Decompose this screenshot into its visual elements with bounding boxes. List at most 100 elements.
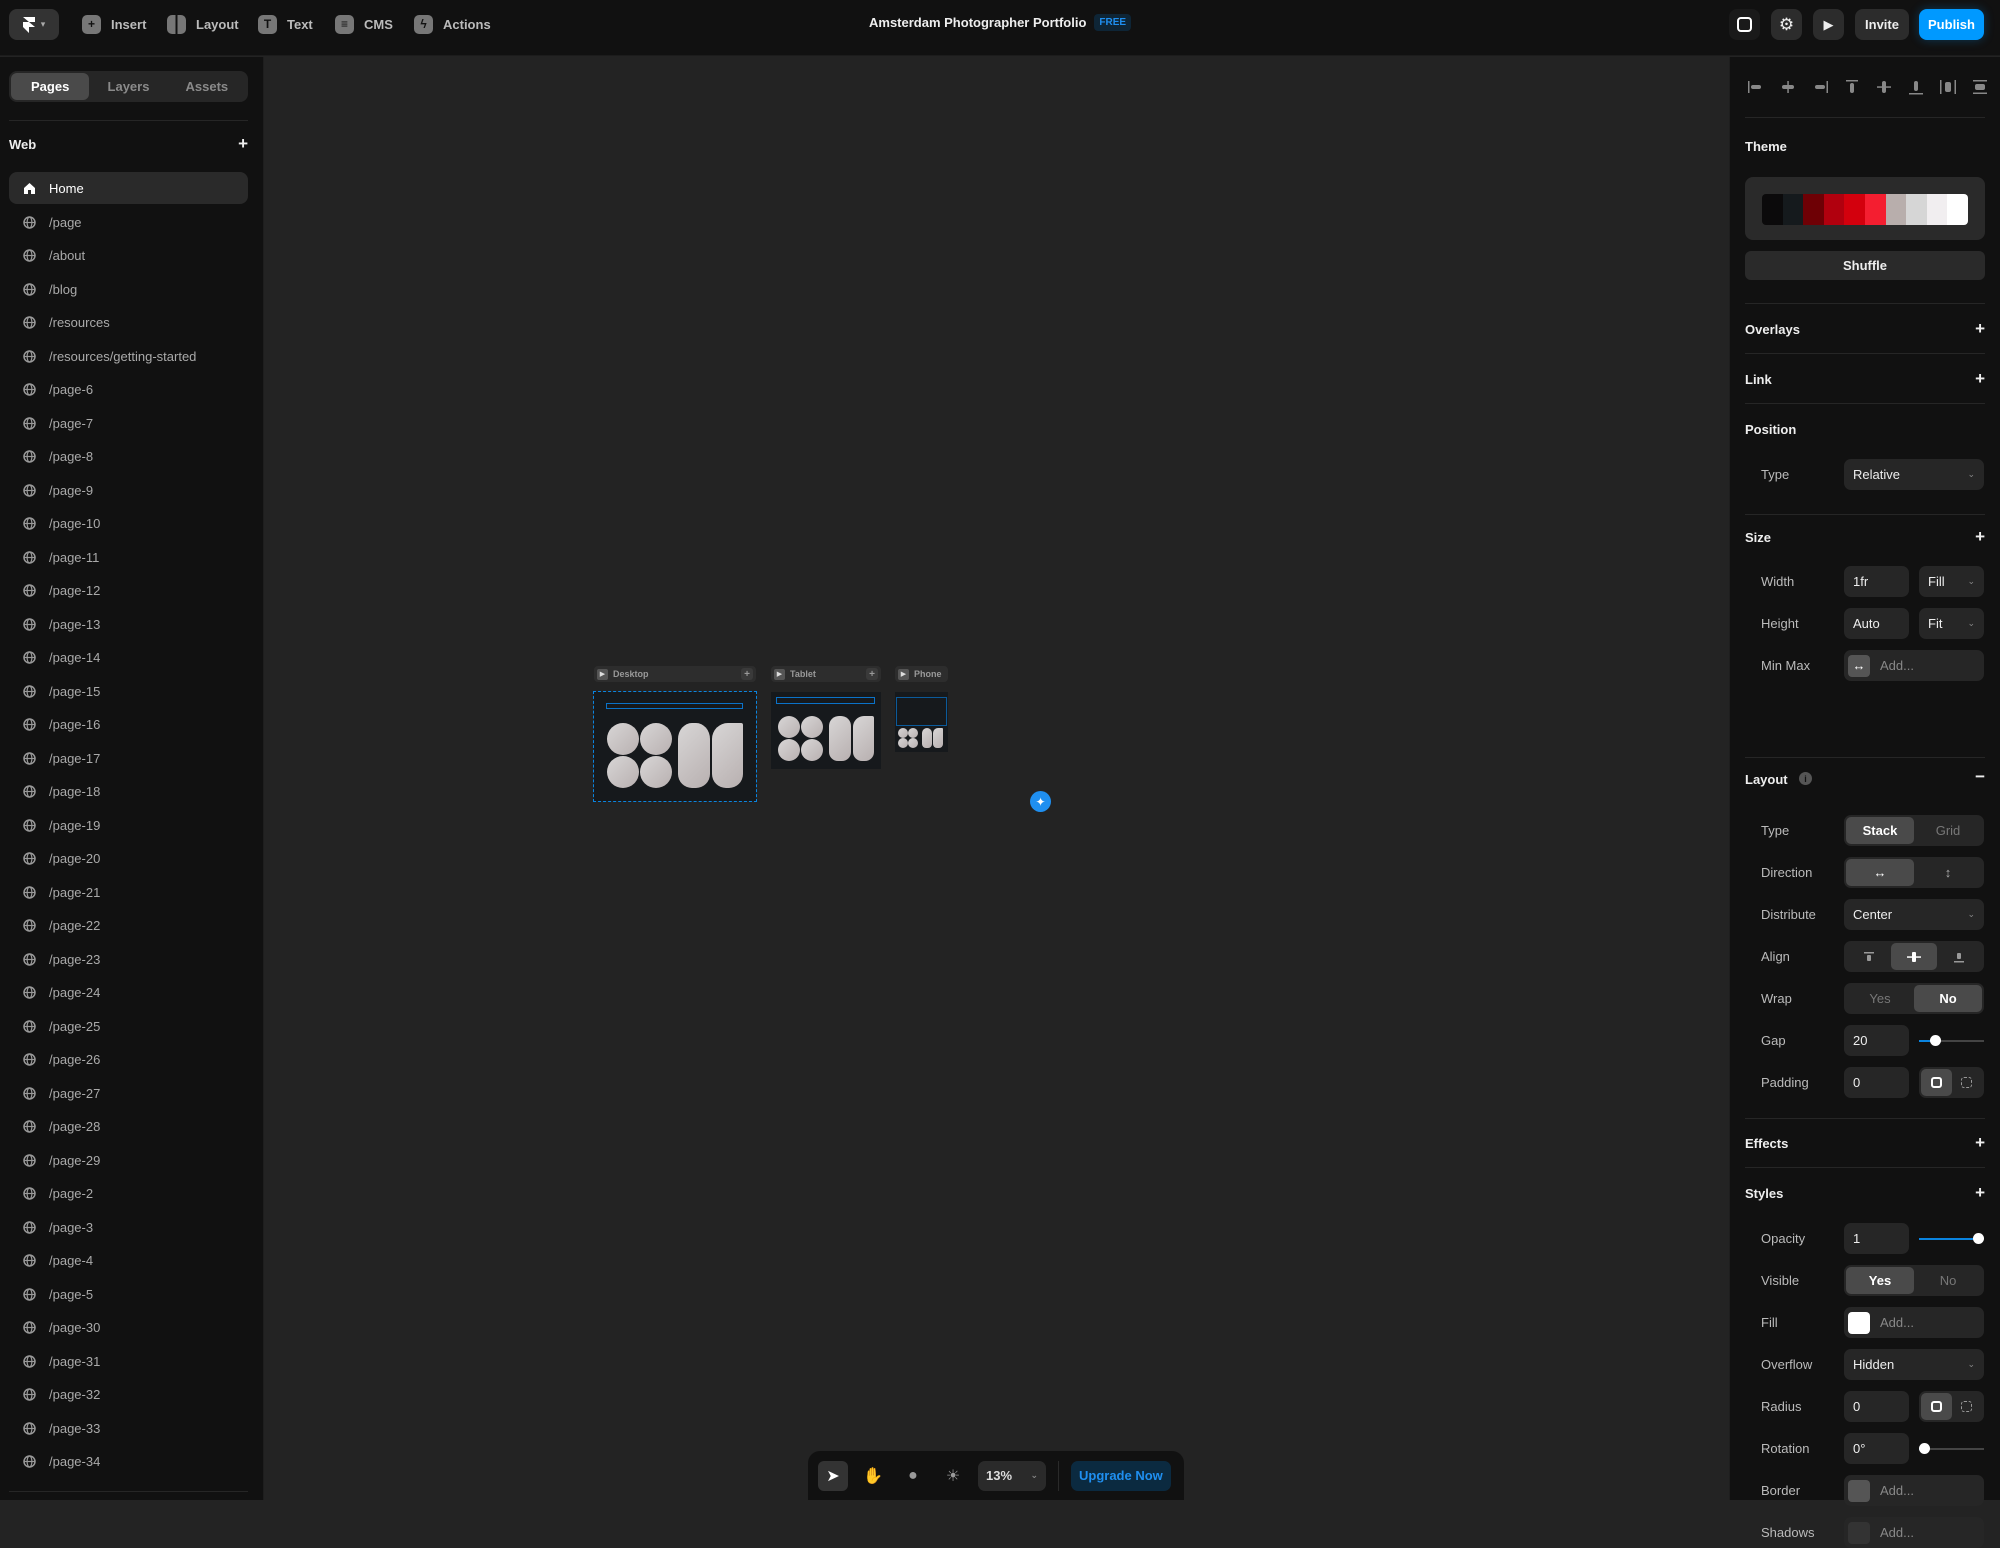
page-item[interactable]: /page-6 xyxy=(9,373,248,407)
page-item[interactable]: /page-14 xyxy=(9,641,248,675)
info-icon[interactable]: i xyxy=(1799,772,1812,785)
align-center[interactable] xyxy=(1891,943,1937,970)
page-item[interactable]: /about xyxy=(9,239,248,273)
shuffle-button[interactable]: Shuffle xyxy=(1745,251,1985,280)
settings-button[interactable]: ⚙ xyxy=(1771,9,1802,40)
distribute-select[interactable]: Center ⌄ xyxy=(1844,899,1984,930)
preview-frame-button[interactable] xyxy=(1729,9,1760,40)
page-item[interactable]: /page-34 xyxy=(9,1445,248,1479)
add-link-button[interactable]: + xyxy=(1975,370,1985,387)
slider-knob[interactable] xyxy=(1929,1035,1941,1046)
align-bottom-icon[interactable] xyxy=(1908,79,1924,95)
ai-assist-button[interactable]: ✦ xyxy=(1030,791,1051,812)
layout-type-grid[interactable]: Grid xyxy=(1914,817,1982,844)
page-item[interactable]: /page-15 xyxy=(9,675,248,709)
page-item[interactable]: /page-9 xyxy=(9,474,248,508)
project-title-area[interactable]: Amsterdam Photographer Portfolio FREE xyxy=(869,14,1132,31)
page-item[interactable]: /page-27 xyxy=(9,1077,248,1111)
page-item[interactable]: /page-20 xyxy=(9,842,248,876)
breakpoint-label-desktop[interactable]: ▶ Desktop + xyxy=(594,666,756,682)
padding-uniform[interactable] xyxy=(1921,1069,1952,1096)
tab-assets[interactable]: Assets xyxy=(168,73,246,100)
hand-tool-button[interactable]: ✋ xyxy=(858,1461,888,1491)
page-item[interactable]: /page-33 xyxy=(9,1412,248,1446)
page-item[interactable]: /page-29 xyxy=(9,1144,248,1178)
page-item[interactable]: /page-12 xyxy=(9,574,248,608)
page-item[interactable]: /resources xyxy=(9,306,248,340)
publish-button[interactable]: Publish xyxy=(1919,9,1984,40)
page-item[interactable]: /page-22 xyxy=(9,909,248,943)
upgrade-now-button[interactable]: Upgrade Now xyxy=(1071,1460,1171,1491)
desktop-frame[interactable] xyxy=(593,691,757,802)
add-size-button[interactable]: + xyxy=(1975,528,1985,545)
page-item[interactable]: /page-31 xyxy=(9,1345,248,1379)
comment-tool-button[interactable]: ● xyxy=(898,1461,928,1491)
tab-layers[interactable]: Layers xyxy=(89,73,167,100)
page-item[interactable]: /page-25 xyxy=(9,1010,248,1044)
insert-menu[interactable]: + Insert xyxy=(82,14,146,34)
page-item[interactable]: /page-26 xyxy=(9,1043,248,1077)
theme-toggle-button[interactable]: ☀ xyxy=(938,1461,968,1491)
radius-individual[interactable] xyxy=(1952,1393,1983,1420)
canvas[interactable]: ▶ Desktop + ▶ Tablet + ✦ ▶ Phone xyxy=(265,57,1729,1500)
page-item[interactable]: /page-17 xyxy=(9,742,248,776)
add-effect-button[interactable]: + xyxy=(1975,1134,1985,1151)
distribute-horizontal-icon[interactable] xyxy=(1940,79,1956,95)
page-item[interactable]: /resources/getting-started xyxy=(9,340,248,374)
width-mode-select[interactable]: Fill ⌄ xyxy=(1919,566,1984,597)
direction-horizontal[interactable]: ↔ xyxy=(1846,859,1914,886)
page-item[interactable]: /page-32 xyxy=(9,1378,248,1412)
shadow-color-swatch[interactable] xyxy=(1848,1521,1870,1544)
page-item[interactable]: /page-2 xyxy=(9,1177,248,1211)
rotation-slider[interactable] xyxy=(1919,1433,1984,1464)
wrap-no[interactable]: No xyxy=(1914,985,1982,1012)
height-mode-select[interactable]: Fit ⌄ xyxy=(1919,608,1984,639)
cms-menu[interactable]: ≡ CMS xyxy=(335,14,393,34)
framer-menu-button[interactable]: ▾ xyxy=(9,9,59,40)
wrap-yes[interactable]: Yes xyxy=(1846,985,1914,1012)
page-item[interactable]: /page-4 xyxy=(9,1244,248,1278)
breakpoint-label-tablet[interactable]: ▶ Tablet + xyxy=(771,666,881,682)
page-item[interactable]: /page-10 xyxy=(9,507,248,541)
page-item[interactable]: /page-28 xyxy=(9,1110,248,1144)
slider-knob[interactable] xyxy=(1919,1443,1930,1454)
slider-knob[interactable] xyxy=(1973,1233,1984,1244)
gap-slider[interactable] xyxy=(1919,1025,1984,1056)
distribute-vertical-icon[interactable] xyxy=(1972,79,1988,95)
page-item[interactable]: /page-18 xyxy=(9,775,248,809)
page-item[interactable]: /page xyxy=(9,206,248,240)
align-left-icon[interactable] xyxy=(1748,79,1764,95)
page-item[interactable]: /blog xyxy=(9,273,248,307)
page-item[interactable]: /page-16 xyxy=(9,708,248,742)
breakpoint-label-phone[interactable]: ▶ Phone xyxy=(895,666,948,682)
page-item[interactable]: /page-24 xyxy=(9,976,248,1010)
visible-no[interactable]: No xyxy=(1914,1267,1982,1294)
align-center-vertical-icon[interactable] xyxy=(1876,79,1892,95)
page-item[interactable]: /page-23 xyxy=(9,943,248,977)
fill-color-swatch[interactable] xyxy=(1848,1311,1870,1334)
width-input[interactable]: 1fr xyxy=(1844,566,1909,597)
page-item[interactable]: /page-8 xyxy=(9,440,248,474)
opacity-input[interactable]: 1 xyxy=(1844,1223,1909,1254)
position-type-select[interactable]: Relative ⌄ xyxy=(1844,459,1984,490)
collapse-layout-button[interactable]: − xyxy=(1975,768,1985,785)
phone-frame[interactable] xyxy=(895,692,948,752)
align-end[interactable] xyxy=(1937,943,1982,970)
select-tool-button[interactable]: ➤ xyxy=(818,1460,848,1491)
border-color-swatch[interactable] xyxy=(1848,1479,1870,1502)
page-item[interactable]: /page-30 xyxy=(9,1311,248,1345)
opacity-slider[interactable] xyxy=(1919,1223,1984,1254)
layout-menu[interactable]: Layout xyxy=(167,14,239,34)
visible-yes[interactable]: Yes xyxy=(1846,1267,1914,1294)
page-item[interactable]: /page-13 xyxy=(9,608,248,642)
preview-play-button[interactable]: ▶ xyxy=(1813,9,1844,40)
align-start[interactable] xyxy=(1846,943,1891,970)
text-menu[interactable]: T Text xyxy=(258,14,313,34)
padding-individual[interactable] xyxy=(1952,1069,1983,1096)
add-page-button[interactable]: + xyxy=(238,135,248,152)
minmax-input[interactable]: ↔ Add... xyxy=(1844,650,1984,681)
theme-palette-card[interactable] xyxy=(1745,177,1985,240)
align-top-icon[interactable] xyxy=(1844,79,1860,95)
add-overlay-button[interactable]: + xyxy=(1975,320,1985,337)
fill-input[interactable]: Add... xyxy=(1844,1307,1984,1338)
